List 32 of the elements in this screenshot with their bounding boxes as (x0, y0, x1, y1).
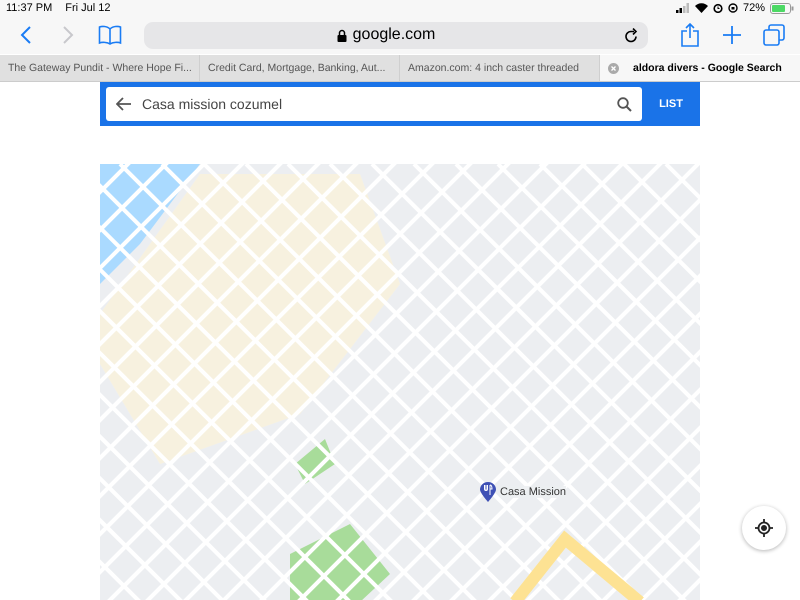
back-arrow-icon[interactable] (116, 97, 132, 111)
chevron-right-icon (62, 26, 74, 44)
search-icon[interactable] (617, 96, 632, 112)
close-icon[interactable] (608, 62, 619, 74)
plus-icon (722, 25, 742, 45)
address-bar[interactable]: google.com (144, 22, 648, 48)
browser-tab[interactable]: aldora divers - Google Search (600, 55, 800, 81)
lock-icon (336, 28, 347, 42)
wifi-icon (694, 3, 708, 13)
status-date: Fri Jul 12 (65, 2, 111, 14)
browser-tab[interactable]: Credit Card, Mortgage, Banking, Aut... (200, 55, 400, 81)
chevron-left-icon (20, 26, 32, 44)
tab-title: aldora divers - Google Search (633, 62, 782, 74)
reload-icon[interactable] (624, 28, 638, 42)
battery-percentage: 72% (742, 2, 765, 14)
browser-tab[interactable]: The Gateway Pundit - Where Hope Fi... (0, 55, 200, 81)
signal-icon (676, 3, 690, 13)
restaurant-pin-icon[interactable] (480, 482, 496, 502)
crosshair-icon (755, 519, 773, 537)
battery-icon (770, 2, 794, 14)
lock-rotation-icon (728, 3, 738, 13)
search-field[interactable]: Casa mission cozumel (106, 87, 642, 121)
alarm-icon (712, 3, 723, 13)
status-time: 11:37 PM (6, 2, 52, 14)
tab-title: The Gateway Pundit - Where Hope Fi... (8, 62, 192, 74)
address-text: google.com (352, 26, 436, 44)
tab-title: Amazon.com: 4 inch caster threaded (408, 62, 580, 74)
list-button[interactable]: LIST (642, 87, 700, 121)
place-label[interactable]: Casa Mission (500, 486, 566, 498)
search-input[interactable]: Casa mission cozumel (142, 96, 607, 112)
my-location-button[interactable] (742, 506, 786, 550)
tab-title: Credit Card, Mortgage, Banking, Aut... (208, 62, 386, 74)
